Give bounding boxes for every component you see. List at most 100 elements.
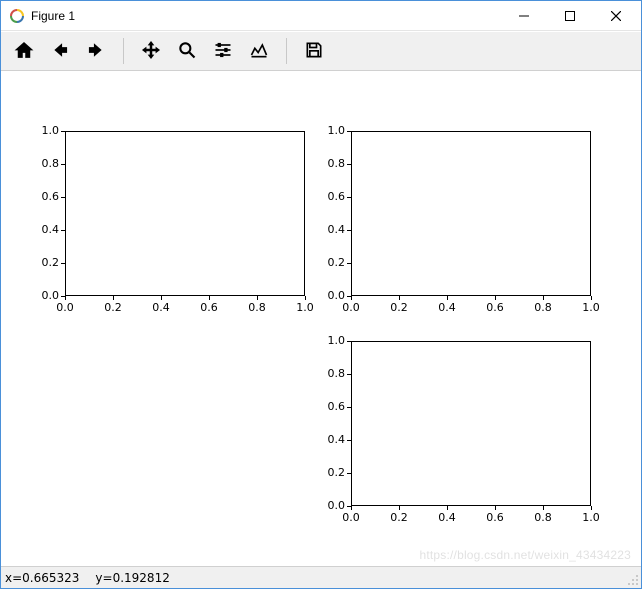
statusbar: x=0.665323 y=0.192812 xyxy=(1,566,641,588)
ytick-mark xyxy=(61,230,65,231)
toolbar xyxy=(1,31,641,71)
xtick-label: 1.0 xyxy=(576,301,606,314)
xtick-mark xyxy=(399,296,400,300)
edit-button[interactable] xyxy=(242,35,276,67)
ytick-mark xyxy=(347,440,351,441)
xtick-mark xyxy=(351,296,352,300)
ytick-label: 0.2 xyxy=(317,466,345,479)
xtick-mark xyxy=(495,296,496,300)
pan-button[interactable] xyxy=(134,35,168,67)
xtick-mark xyxy=(591,296,592,300)
window-title: Figure 1 xyxy=(31,9,75,23)
ytick-mark xyxy=(347,341,351,342)
xtick-label: 0.6 xyxy=(480,301,510,314)
back-icon xyxy=(50,40,70,63)
home-button[interactable] xyxy=(7,35,41,67)
ytick-label: 0.6 xyxy=(317,400,345,413)
ytick-mark xyxy=(61,131,65,132)
toolbar-separator xyxy=(286,38,287,64)
xtick-mark xyxy=(113,296,114,300)
xtick-label: 0.4 xyxy=(432,511,462,524)
ytick-label: 0.8 xyxy=(317,367,345,380)
xtick-label: 0.2 xyxy=(384,511,414,524)
ytick-mark xyxy=(347,263,351,264)
ytick-mark xyxy=(347,131,351,132)
figure-canvas[interactable]: https://blog.csdn.net/weixin_43434223 0.… xyxy=(1,71,641,566)
xtick-mark xyxy=(495,506,496,510)
xtick-label: 0.8 xyxy=(242,301,272,314)
xtick-label: 0.2 xyxy=(98,301,128,314)
xtick-label: 1.0 xyxy=(290,301,320,314)
ytick-mark xyxy=(347,230,351,231)
xtick-mark xyxy=(591,506,592,510)
zoom-icon xyxy=(177,40,197,63)
resize-grip-icon[interactable] xyxy=(625,572,639,586)
save-icon xyxy=(304,40,324,63)
xtick-mark xyxy=(257,296,258,300)
ytick-label: 0.4 xyxy=(317,223,345,236)
watermark: https://blog.csdn.net/weixin_43434223 xyxy=(419,548,631,562)
ytick-label: 0.2 xyxy=(317,256,345,269)
xtick-mark xyxy=(543,296,544,300)
pan-icon xyxy=(141,40,161,63)
xtick-label: 0.4 xyxy=(146,301,176,314)
ytick-label: 1.0 xyxy=(317,124,345,137)
zoom-button[interactable] xyxy=(170,35,204,67)
ytick-mark xyxy=(61,263,65,264)
ytick-label: 0.4 xyxy=(317,433,345,446)
xtick-mark xyxy=(161,296,162,300)
save-button[interactable] xyxy=(297,35,331,67)
ytick-mark xyxy=(347,164,351,165)
xtick-mark xyxy=(399,506,400,510)
ytick-label: 0.8 xyxy=(317,157,345,170)
xtick-label: 0.0 xyxy=(50,301,80,314)
ytick-label: 0.2 xyxy=(31,256,59,269)
ytick-label: 0.8 xyxy=(31,157,59,170)
toolbar-separator xyxy=(123,38,124,64)
configure-button[interactable] xyxy=(206,35,240,67)
close-button[interactable] xyxy=(593,1,639,31)
xtick-label: 0.6 xyxy=(194,301,224,314)
ytick-mark xyxy=(61,197,65,198)
xtick-label: 1.0 xyxy=(576,511,606,524)
ytick-mark xyxy=(347,374,351,375)
xtick-mark xyxy=(351,506,352,510)
axes-top-right xyxy=(351,131,591,296)
forward-icon xyxy=(86,40,106,63)
ytick-mark xyxy=(347,407,351,408)
titlebar: Figure 1 xyxy=(1,1,641,31)
xtick-label: 0.2 xyxy=(384,301,414,314)
minimize-button[interactable] xyxy=(501,1,547,31)
xtick-mark xyxy=(209,296,210,300)
configure-icon xyxy=(213,40,233,63)
maximize-button[interactable] xyxy=(547,1,593,31)
ytick-label: 1.0 xyxy=(31,124,59,137)
cursor-y: y=0.192812 xyxy=(95,571,169,585)
ytick-mark xyxy=(347,473,351,474)
back-button[interactable] xyxy=(43,35,77,67)
xtick-label: 0.4 xyxy=(432,301,462,314)
xtick-mark xyxy=(65,296,66,300)
xtick-label: 0.8 xyxy=(528,301,558,314)
ytick-mark xyxy=(347,197,351,198)
home-icon xyxy=(14,40,34,63)
xtick-mark xyxy=(447,296,448,300)
app-icon xyxy=(9,8,25,24)
ytick-mark xyxy=(61,164,65,165)
ytick-label: 0.4 xyxy=(31,223,59,236)
xtick-label: 0.6 xyxy=(480,511,510,524)
forward-button[interactable] xyxy=(79,35,113,67)
axes-top-left xyxy=(65,131,305,296)
ytick-label: 0.6 xyxy=(317,190,345,203)
ytick-label: 0.6 xyxy=(31,190,59,203)
xtick-mark xyxy=(305,296,306,300)
ytick-label: 1.0 xyxy=(317,334,345,347)
xtick-label: 0.8 xyxy=(528,511,558,524)
axes-bottom-right xyxy=(351,341,591,506)
edit-icon xyxy=(249,40,269,63)
xtick-label: 0.0 xyxy=(336,511,366,524)
xtick-label: 0.0 xyxy=(336,301,366,314)
xtick-mark xyxy=(447,506,448,510)
cursor-x: x=0.665323 xyxy=(5,571,79,585)
xtick-mark xyxy=(543,506,544,510)
